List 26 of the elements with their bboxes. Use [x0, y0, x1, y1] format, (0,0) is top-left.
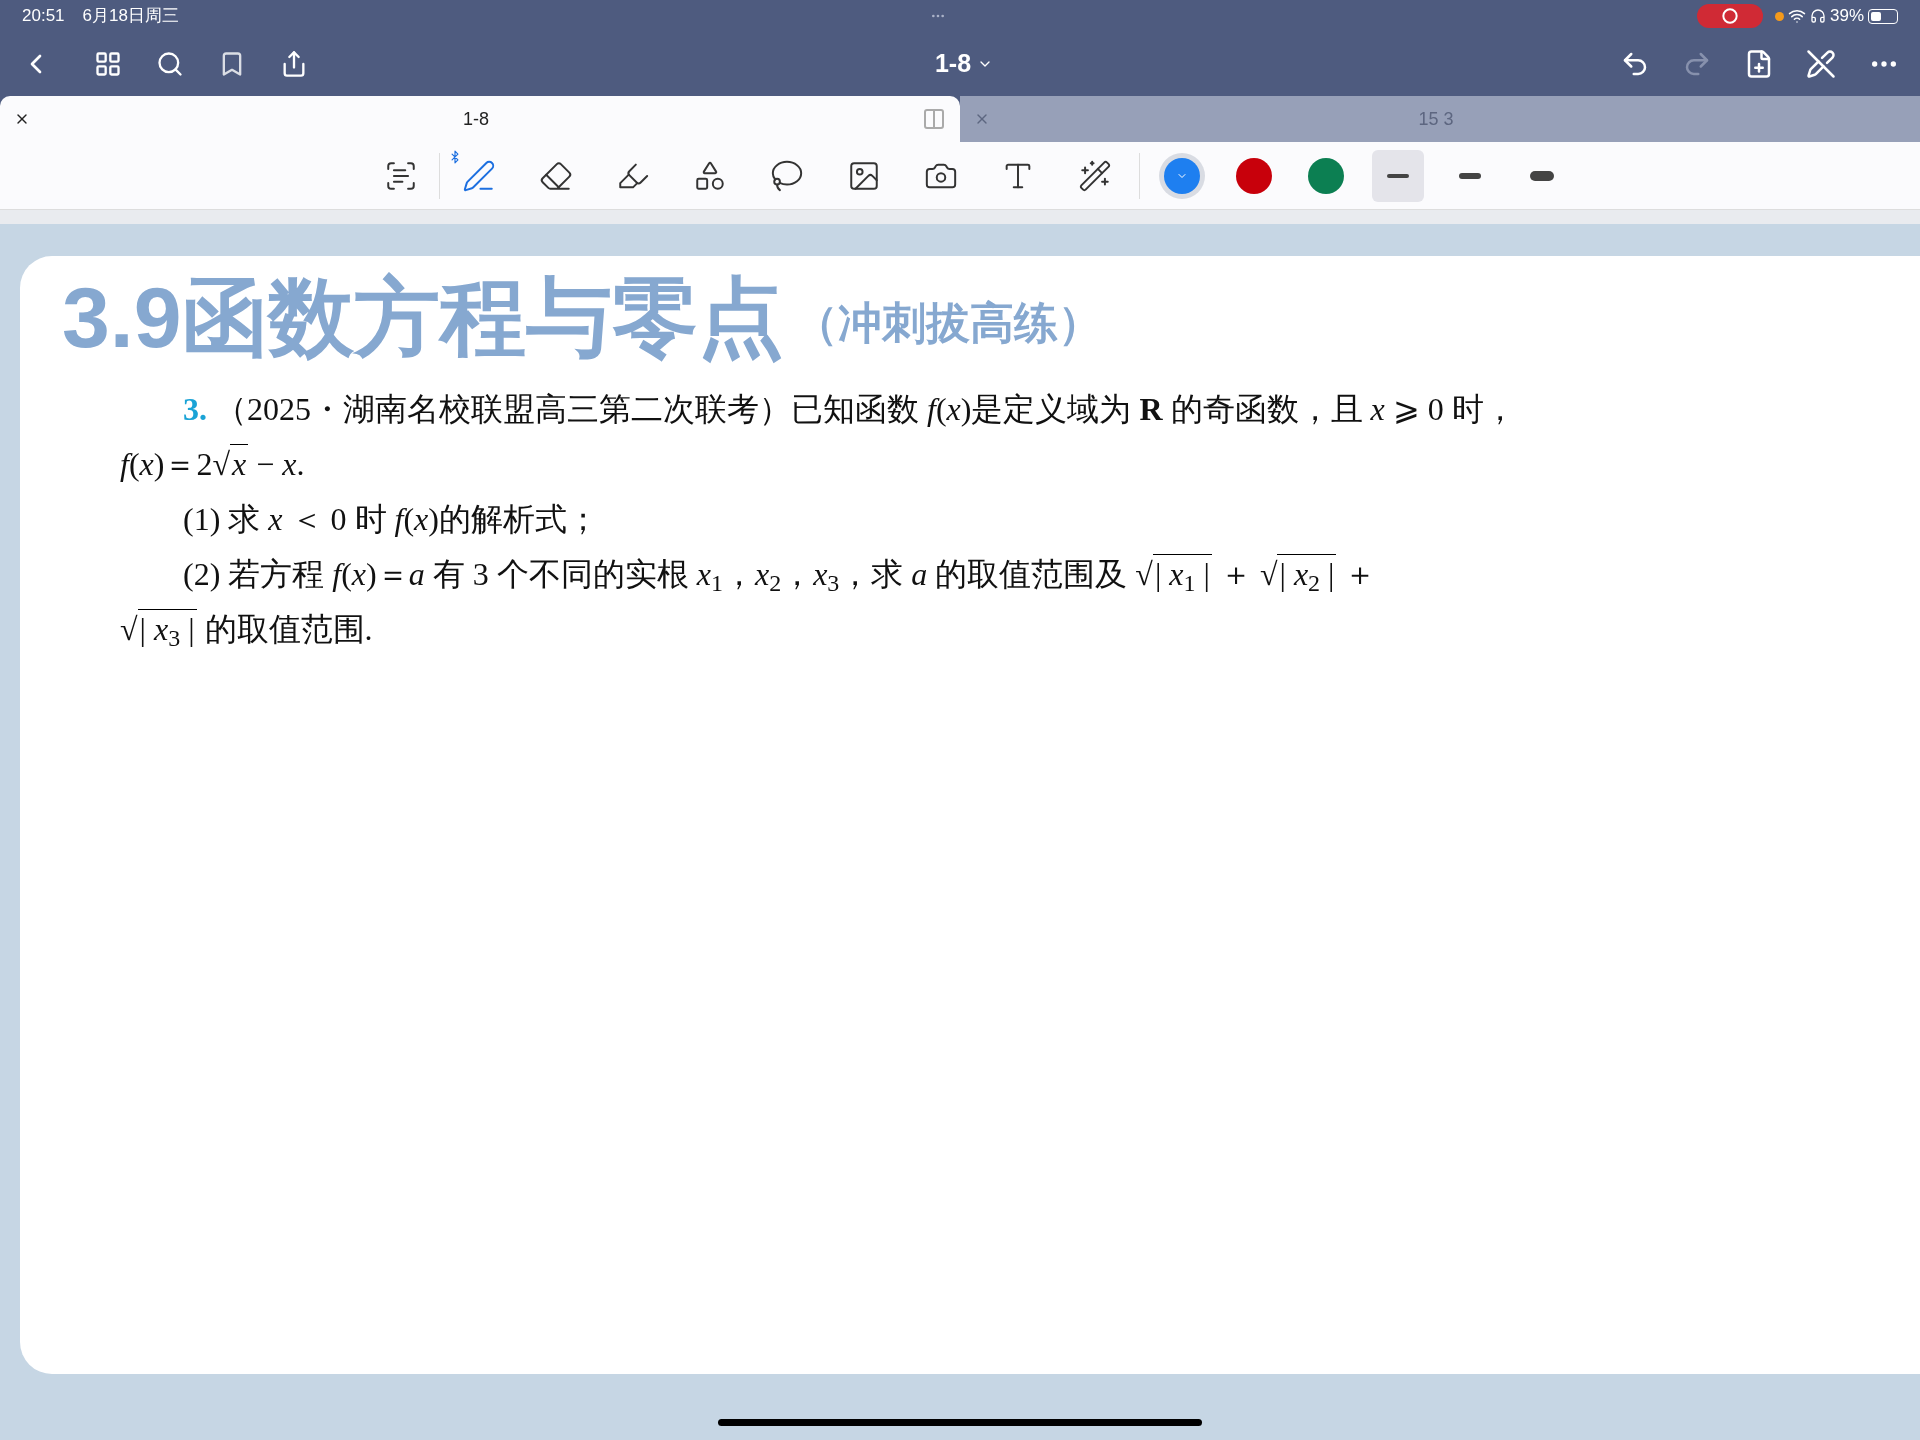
problem-text: √| x$_{3}$ | 的取值范围. [120, 608, 373, 653]
battery-icon [1868, 8, 1898, 24]
color-swatch[interactable] [1236, 157, 1272, 194]
grid-icon[interactable] [94, 50, 122, 78]
pen-icon [461, 158, 496, 193]
stroke-width-option[interactable] [1372, 149, 1424, 202]
battery-percent: 39% [1829, 5, 1864, 28]
status-date: 6月18日周三 [82, 5, 179, 28]
headphones-icon [1809, 8, 1826, 24]
pen-off-icon[interactable] [1806, 49, 1836, 79]
color-swatch[interactable] [1308, 157, 1344, 194]
section-subtitle: （冲刺拔高练） [793, 297, 1102, 349]
document-title-button[interactable]: 1-8 [934, 45, 994, 83]
wand-icon [1077, 158, 1112, 193]
problem-text: f(x)＝2√x − x. [120, 443, 305, 484]
recording-indicator [1696, 4, 1763, 28]
wifi-icon [1787, 7, 1806, 25]
status-time: 20:51 [22, 5, 65, 28]
search-icon[interactable] [156, 50, 184, 78]
home-indicator[interactable] [718, 1418, 1202, 1426]
document-tab[interactable]: 1-8 [0, 96, 960, 142]
problem-text: （2025・湖南名校联盟高三第二次联考）已知函数 f(x)是定义域为 R 的奇函数，且 x ⩾ 0 时， [215, 390, 1516, 429]
problem-text: (2) 若方程 f(x)＝a 有 3 个不同的实根 x$_{1}$，x$_{2}$，x$_{3}$，求 a 的取值范围及 √| x$_{1}$ | ＋ √| x$_{2}$ | ＋ [183, 553, 1377, 598]
problem-text: (1) 求 x ＜ 0 时 f(x)的解析式； [183, 500, 599, 539]
question-number: 3. [183, 390, 207, 429]
lasso-icon [769, 158, 804, 193]
